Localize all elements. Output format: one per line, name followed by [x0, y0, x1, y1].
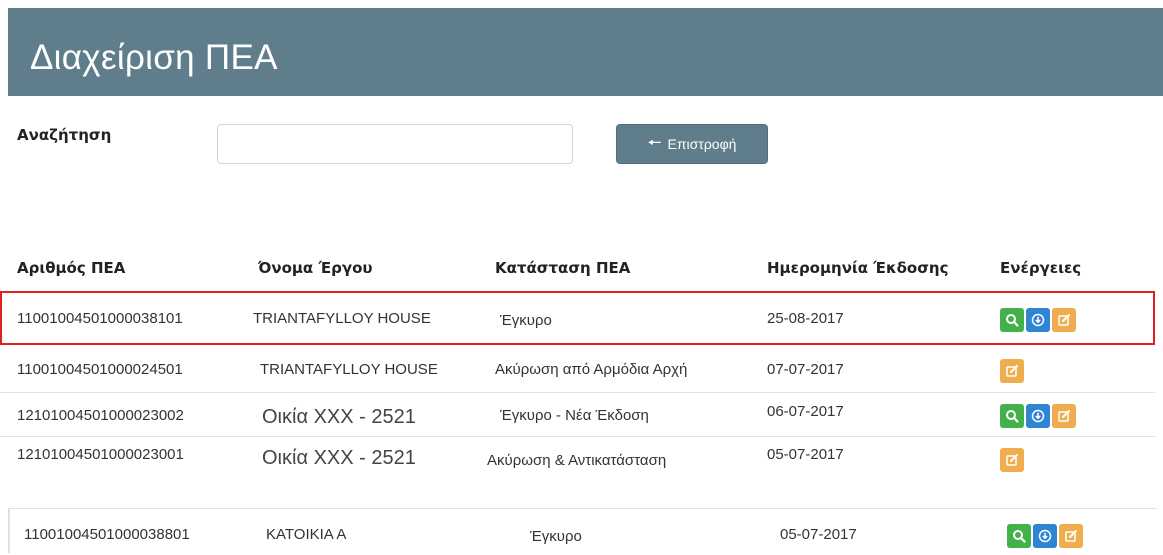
table-row[interactable]: 11001004501000038101 TRIANTAFYLLOY HOUSE… [0, 297, 1155, 341]
row-actions [1000, 448, 1024, 472]
column-header-number: Αριθμός ΠΕΑ [17, 259, 126, 277]
download-icon [1038, 529, 1052, 543]
pea-number: 11001004501000024501 [17, 361, 183, 378]
pea-number: 12101004501000023001 [17, 446, 184, 463]
column-header-date: Ημερομηνία Έκδοσης [767, 259, 949, 277]
edit-button[interactable] [1000, 448, 1024, 472]
pea-number: 11001004501000038801 [24, 526, 190, 543]
issue-date: 25-08-2017 [767, 310, 844, 327]
table-row[interactable]: 12101004501000023002 Οικία ΧΧΧ - 2521 Έγ… [0, 392, 1155, 437]
edit-button[interactable] [1059, 524, 1083, 548]
download-icon [1031, 313, 1045, 327]
edit-icon [1058, 314, 1070, 326]
pea-status: Έγκυρο [500, 312, 552, 329]
pea-number: 12101004501000023002 [17, 407, 184, 424]
edit-icon [1065, 530, 1077, 542]
row-actions [1000, 359, 1024, 383]
view-button[interactable] [1007, 524, 1031, 548]
column-header-project: Όνομα Έργου [258, 259, 373, 277]
table-row[interactable]: 11001004501000038801 ΚΑΤΟΙΚΙΑ Α Έγκυρο 0… [8, 508, 1157, 553]
project-name: TRIANTAFYLLOY HOUSE [253, 310, 431, 327]
pea-status: Ακύρωση & Αντικατάσταση [487, 452, 667, 469]
download-button[interactable] [1026, 404, 1050, 428]
back-button[interactable]: 🠔 Επιστροφή [616, 124, 768, 164]
page-header: Διαχείριση ΠΕΑ [8, 8, 1163, 96]
issue-date: 05-07-2017 [767, 446, 844, 463]
column-header-status: Κατάσταση ΠΕΑ [495, 259, 631, 277]
search-icon [1006, 314, 1019, 327]
back-button-label: Επιστροφή [667, 136, 737, 152]
project-name: ΚΑΤΟΙΚΙΑ Α [266, 526, 347, 543]
search-input[interactable] [217, 124, 573, 164]
project-name: Οικία ΧΧΧ - 2521 [262, 406, 416, 428]
pea-status: Ακύρωση από Αρμόδια Αρχή [495, 361, 688, 378]
table-row[interactable]: 11001004501000024501 TRIANTAFYLLOY HOUSE… [0, 348, 1155, 392]
page-title: Διαχείριση ΠΕΑ [30, 38, 278, 77]
edit-icon [1006, 365, 1018, 377]
search-icon [1013, 530, 1026, 543]
row-actions [1000, 404, 1076, 428]
search-icon [1006, 410, 1019, 423]
issue-date: 05-07-2017 [780, 526, 857, 543]
pea-status: Έγκυρο - Νέα Έκδοση [500, 407, 649, 424]
row-actions [1000, 308, 1076, 332]
issue-date: 06-07-2017 [767, 403, 844, 420]
search-label: Αναζήτηση [17, 126, 112, 144]
project-name: Οικία ΧΧΧ - 2521 [262, 447, 416, 469]
edit-button[interactable] [1000, 359, 1024, 383]
issue-date: 07-07-2017 [767, 361, 844, 378]
column-header-actions: Ενέργειες [1000, 259, 1082, 277]
edit-button[interactable] [1052, 308, 1076, 332]
row-actions [1007, 524, 1083, 548]
view-button[interactable] [1000, 308, 1024, 332]
download-icon [1031, 409, 1045, 423]
arrow-left-icon: 🠔 [647, 135, 662, 152]
download-button[interactable] [1033, 524, 1057, 548]
edit-icon [1006, 454, 1018, 466]
table-row[interactable]: 12101004501000023001 Οικία ΧΧΧ - 2521 Ακ… [0, 436, 1155, 481]
pea-status: Έγκυρο [530, 528, 582, 545]
edit-icon [1058, 410, 1070, 422]
view-button[interactable] [1000, 404, 1024, 428]
project-name: TRIANTAFYLLOY HOUSE [260, 361, 438, 378]
edit-button[interactable] [1052, 404, 1076, 428]
download-button[interactable] [1026, 308, 1050, 332]
pea-number: 11001004501000038101 [17, 310, 183, 327]
